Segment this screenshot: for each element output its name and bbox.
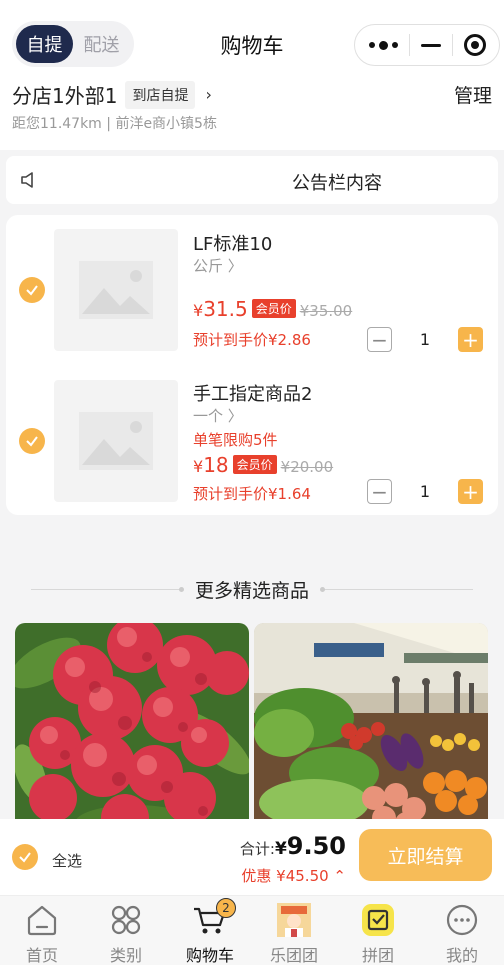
estimated-price: 预计到手价¥2.86 <box>193 331 311 349</box>
tab-category[interactable]: 类别 <box>84 896 168 965</box>
member-price: ¥18 <box>193 453 229 477</box>
more-products-title: 更多精选商品 <box>194 579 309 602</box>
original-price: ¥35.00 <box>299 302 353 320</box>
product-image-placeholder[interactable] <box>54 380 178 502</box>
image-placeholder-icon <box>79 412 153 470</box>
estimated-price: 预计到手价¥1.64 <box>193 485 311 503</box>
product-spec[interactable]: 一个 〉 <box>193 405 243 426</box>
quantity-value[interactable]: 1 <box>392 330 458 349</box>
chevron-right-icon: › <box>205 85 212 104</box>
tab-bar: 首页 类别 2 购物车 乐团团 拼团 我的 <box>0 895 504 965</box>
image-placeholder-icon <box>79 261 153 319</box>
group-buy-icon <box>362 904 394 936</box>
product-card-lychee[interactable] <box>15 623 249 833</box>
store-selector[interactable]: 分店1外部1 到店自提 › <box>12 80 212 109</box>
mode-option-delivery[interactable]: 配送 <box>73 25 130 63</box>
member-price-tag: 会员价 <box>251 299 296 318</box>
item-checkbox[interactable] <box>19 428 45 454</box>
notice-text: 公告栏内容 <box>292 173 382 194</box>
group-avatar-icon <box>277 903 311 937</box>
checkout-button[interactable]: 立即结算 <box>359 829 492 881</box>
select-all-label[interactable]: 全选 <box>52 850 82 871</box>
close-miniprogram-icon[interactable] <box>463 34 486 56</box>
more-options-icon[interactable] <box>368 40 398 50</box>
mode-option-pickup[interactable]: 自提 <box>16 25 73 63</box>
purchase-limit: 单笔限购5件 <box>193 431 278 449</box>
select-all-checkbox[interactable] <box>12 844 38 870</box>
more-products-header: 更多精选商品 <box>0 576 504 602</box>
product-card-market[interactable] <box>254 623 488 833</box>
discount-detail[interactable]: 优惠 ¥45.50 ⌃ <box>241 865 346 886</box>
lychee-image <box>15 623 249 833</box>
decrease-button[interactable]: − <box>367 479 392 504</box>
quantity-value[interactable]: 1 <box>392 482 458 501</box>
price-row: ¥31.5 会员价 ¥35.00 <box>193 297 352 321</box>
increase-button[interactable]: + <box>458 327 483 352</box>
quantity-stepper: − 1 + <box>367 327 483 352</box>
pickup-tag: 到店自提 <box>125 80 196 109</box>
profile-icon <box>446 904 478 936</box>
member-price: ¥31.5 <box>193 297 248 321</box>
tab-cart[interactable]: 2 购物车 <box>168 896 252 965</box>
notice-bar[interactable]: 公告栏内容 <box>6 156 498 204</box>
header: 自提 配送 购物车 分店1外部1 到店自提 › 管理 距您11.47km | 前… <box>0 0 504 150</box>
category-icon <box>111 905 141 935</box>
manage-button[interactable]: 管理 <box>454 81 492 108</box>
product-image-placeholder[interactable] <box>54 229 178 351</box>
cart-list: LF标准10 公斤 〉 ¥31.5 会员价 ¥35.00 预计到手价¥2.86 … <box>6 215 498 515</box>
miniprogram-capsule <box>354 24 500 66</box>
increase-button[interactable]: + <box>458 479 483 504</box>
product-spec[interactable]: 公斤 〉 <box>193 255 243 276</box>
tab-group-buy[interactable]: 拼团 <box>336 896 420 965</box>
home-icon <box>27 905 57 936</box>
quantity-stepper: − 1 + <box>367 479 483 504</box>
store-name: 分店1外部1 <box>12 84 118 108</box>
cart-item: 手工指定商品2 一个 〉 单笔限购5件 ¥18 会员价 ¥20.00 预计到手价… <box>6 365 498 515</box>
cart-item: LF标准10 公斤 〉 ¥31.5 会员价 ¥35.00 预计到手价¥2.86 … <box>6 215 498 365</box>
item-checkbox[interactable] <box>19 277 45 303</box>
minimize-icon[interactable] <box>420 43 441 47</box>
tab-group[interactable]: 乐团团 <box>252 896 336 965</box>
tab-profile[interactable]: 我的 <box>420 896 504 965</box>
member-price-tag: 会员价 <box>232 455 277 474</box>
settle-bar: 全选 合计: ¥ 9.50 优惠 ¥45.50 ⌃ 立即结算 <box>0 819 504 895</box>
original-price: ¥20.00 <box>280 458 334 476</box>
store-distance-address: 距您11.47km | 前洋e商小镇5栋 <box>12 116 217 132</box>
decrease-button[interactable]: − <box>367 327 392 352</box>
tab-home[interactable]: 首页 <box>0 896 84 965</box>
product-title[interactable]: 手工指定商品2 <box>193 380 312 406</box>
cart-count-badge: 2 <box>216 898 236 918</box>
mode-toggle[interactable]: 自提 配送 <box>12 21 134 67</box>
market-image <box>254 623 488 833</box>
product-title[interactable]: LF标准10 <box>193 230 272 256</box>
price-row: ¥18 会员价 ¥20.00 <box>193 453 333 477</box>
total-price: 合计: ¥ 9.50 <box>239 832 346 860</box>
